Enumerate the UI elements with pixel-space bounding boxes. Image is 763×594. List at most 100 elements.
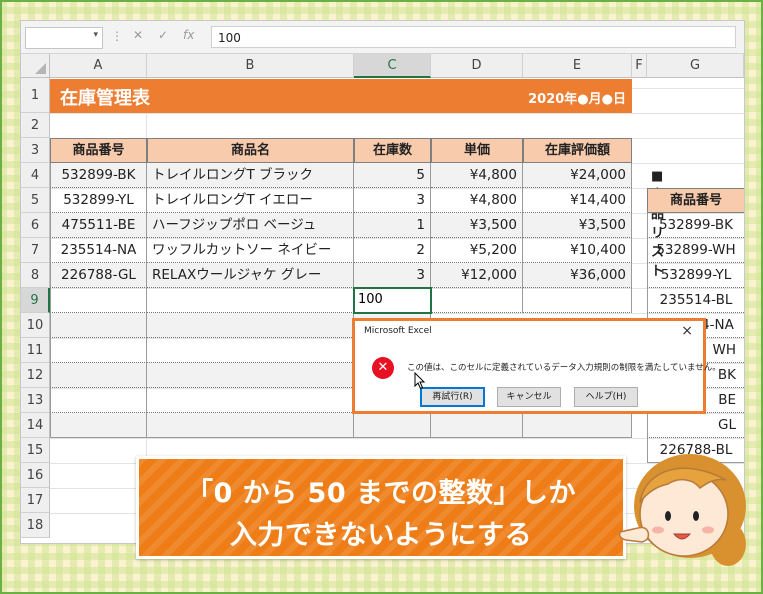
error-dialog: Microsoft Excel × ✕ この値は、このセルに定義されているデータ… — [352, 318, 721, 414]
row-header-10[interactable]: 10 — [21, 313, 50, 338]
error-icon: ✕ — [372, 357, 394, 379]
sheet-title: 在庫管理表 — [60, 88, 150, 109]
formula-input[interactable]: 100 — [211, 26, 736, 48]
row-header-9[interactable]: 9 — [21, 288, 50, 313]
row-header-4[interactable]: 4 — [21, 163, 50, 188]
help-button[interactable]: ヘルプ(H) — [574, 387, 638, 407]
table-cell[interactable]: 3 — [354, 263, 431, 288]
list-item[interactable]: GL — [647, 413, 744, 438]
table-cell[interactable]: ¥3,500 — [431, 213, 523, 238]
table-cell[interactable] — [50, 388, 147, 413]
table-cell[interactable] — [50, 288, 147, 313]
table-cell[interactable] — [523, 288, 632, 313]
table-cell[interactable]: トレイルロングT ブラック — [147, 163, 354, 188]
name-box[interactable]: ▾ — [25, 27, 103, 49]
row-header-8[interactable]: 8 — [21, 263, 50, 288]
row-header-2[interactable]: 2 — [21, 113, 50, 138]
header-product-name[interactable]: 商品名 — [147, 138, 354, 163]
table-cell[interactable]: ¥4,800 — [431, 188, 523, 213]
table-cell[interactable]: 1 — [354, 213, 431, 238]
close-icon[interactable]: × — [681, 323, 693, 339]
row-header-12[interactable]: 12 — [21, 363, 50, 388]
table-cell[interactable] — [523, 413, 632, 438]
table-cell[interactable] — [147, 363, 354, 388]
mascot-illustration — [618, 454, 746, 566]
table-cell[interactable] — [147, 313, 354, 338]
sheet-date: 2020年●月●日 — [528, 92, 626, 107]
cancel-icon[interactable]: ✕ — [133, 28, 143, 42]
table-cell[interactable] — [431, 288, 523, 313]
column-header-e[interactable]: E — [523, 54, 632, 78]
chevron-down-icon[interactable]: ▾ — [93, 30, 98, 40]
select-all-corner[interactable] — [21, 54, 50, 78]
table-cell[interactable] — [50, 313, 147, 338]
table-cell[interactable] — [147, 288, 354, 313]
column-header-g[interactable]: G — [647, 54, 744, 78]
header-stock[interactable]: 在庫数 — [354, 138, 431, 163]
insert-function-icon[interactable]: fx — [183, 28, 194, 42]
table-cell[interactable]: トレイルロングT イエロー — [147, 188, 354, 213]
more-options-icon[interactable]: ⋮ — [111, 29, 123, 43]
table-cell[interactable]: ワッフルカットソー ネイビー — [147, 238, 354, 263]
row-header-7[interactable]: 7 — [21, 238, 50, 263]
row-header-18[interactable]: 18 — [21, 513, 50, 538]
column-header-a[interactable]: A — [50, 54, 147, 78]
table-cell[interactable] — [50, 363, 147, 388]
row-header-6[interactable]: 6 — [21, 213, 50, 238]
title-band[interactable]: 在庫管理表 2020年●月●日 — [50, 79, 632, 113]
table-cell[interactable] — [147, 338, 354, 363]
row-header-13[interactable]: 13 — [21, 388, 50, 413]
table-cell[interactable]: ¥24,000 — [523, 163, 632, 188]
cancel-button[interactable]: キャンセル — [497, 387, 561, 407]
table-cell[interactable]: 5 — [354, 163, 431, 188]
table-cell[interactable]: 532899-YL — [50, 188, 147, 213]
table-cell[interactable]: ¥36,000 — [523, 263, 632, 288]
row-header-14[interactable]: 14 — [21, 413, 50, 438]
table-cell[interactable]: ¥5,200 — [431, 238, 523, 263]
table-cell[interactable] — [50, 338, 147, 363]
enter-icon[interactable]: ✓ — [158, 28, 168, 42]
retry-button[interactable]: 再試行(R) — [420, 387, 485, 407]
list-item[interactable]: 532899-WH — [647, 238, 744, 263]
list-item[interactable]: 235514-BL — [647, 288, 744, 313]
row-header-11[interactable]: 11 — [21, 338, 50, 363]
row-header-16[interactable]: 16 — [21, 463, 50, 488]
formula-bar: ▾ ⋮ ✕ ✓ fx 100 — [21, 21, 744, 54]
row-header-15[interactable]: 15 — [21, 438, 50, 463]
table-cell[interactable]: ハーフジップポロ ベージュ — [147, 213, 354, 238]
row-header-17[interactable]: 17 — [21, 488, 50, 513]
list-item[interactable]: 532899-YL — [647, 263, 744, 288]
table-cell[interactable]: ¥12,000 — [431, 263, 523, 288]
table-cell[interactable]: 235514-NA — [50, 238, 147, 263]
list-item[interactable]: 532899-BK — [647, 213, 744, 238]
table-cell[interactable] — [50, 413, 147, 438]
column-header-d[interactable]: D — [431, 54, 523, 78]
table-cell[interactable]: 2 — [354, 238, 431, 263]
table-cell[interactable]: ¥3,500 — [523, 213, 632, 238]
table-cell[interactable]: ¥10,400 — [523, 238, 632, 263]
table-cell[interactable]: 3 — [354, 188, 431, 213]
table-cell[interactable] — [147, 388, 354, 413]
active-cell-c9[interactable]: 100 — [353, 287, 432, 314]
column-header-b[interactable]: B — [147, 54, 354, 78]
table-cell[interactable]: ¥14,400 — [523, 188, 632, 213]
row-header-1[interactable]: 1 — [21, 78, 50, 113]
table-cell[interactable]: 226788-GL — [50, 263, 147, 288]
table-cell[interactable] — [147, 413, 354, 438]
column-header-c[interactable]: C — [354, 54, 431, 78]
row-header-3[interactable]: 3 — [21, 138, 50, 163]
column-header-f[interactable]: F — [632, 54, 647, 78]
table-cell[interactable]: 532899-BK — [50, 163, 147, 188]
row-header-5[interactable]: 5 — [21, 188, 50, 213]
mouse-cursor-icon — [414, 372, 426, 390]
header-stock-value[interactable]: 在庫評価額 — [523, 138, 632, 163]
banner-line-1: 「0 から 50 までの整数」しか — [185, 478, 577, 509]
header-product-code[interactable]: 商品番号 — [50, 138, 147, 163]
table-cell[interactable]: RELAXウールジャケ グレー — [147, 263, 354, 288]
product-list-header[interactable]: 商品番号 — [647, 188, 744, 213]
table-cell[interactable]: 475511-BE — [50, 213, 147, 238]
header-unit-price[interactable]: 単価 — [431, 138, 523, 163]
table-cell[interactable]: ¥4,800 — [431, 163, 523, 188]
table-cell[interactable] — [431, 413, 523, 438]
table-cell[interactable] — [354, 413, 431, 438]
